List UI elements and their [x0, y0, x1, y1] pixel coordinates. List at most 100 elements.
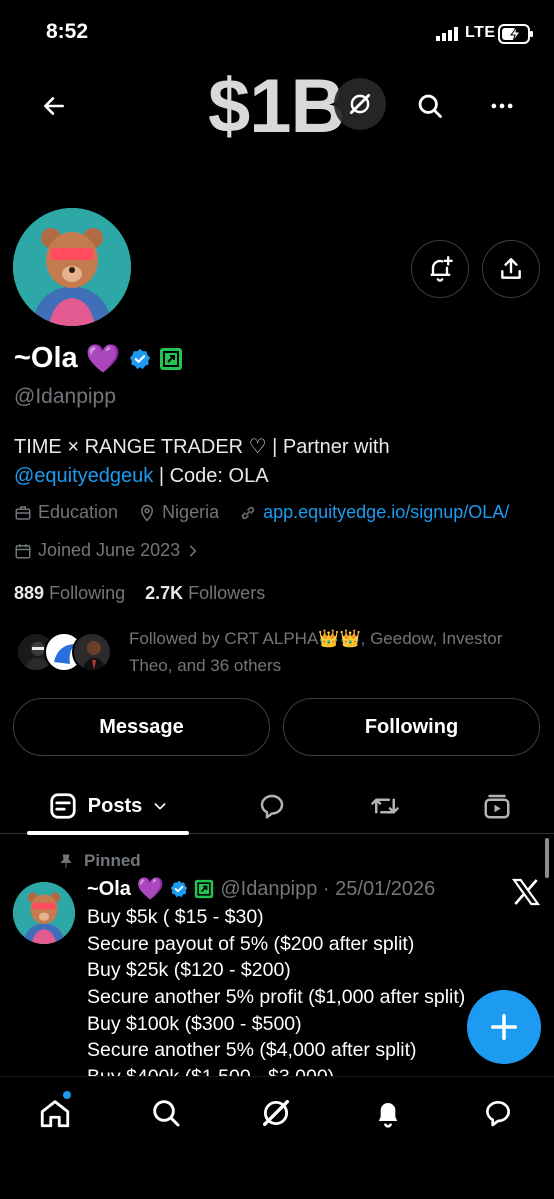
- post-line: Buy $25k ($120 - $200): [87, 959, 291, 982]
- bear-avatar-image: [13, 882, 75, 944]
- messages-icon: [486, 1101, 510, 1127]
- verified-badge-icon[interactable]: [129, 348, 151, 370]
- followed-by-avatars[interactable]: [16, 632, 116, 674]
- briefcase-icon: [15, 505, 31, 520]
- battery-icon: [498, 24, 533, 44]
- search-icon: [153, 1100, 180, 1127]
- bio-mention-link[interactable]: @equityedgeuk: [14, 465, 153, 487]
- x-logo-icon: [511, 878, 541, 906]
- chevron-down-icon: [154, 803, 166, 810]
- purple-heart-emoji: 💜: [85, 342, 121, 374]
- search-button[interactable]: [410, 86, 450, 126]
- follower-avatar: [72, 632, 112, 672]
- search-icon: [418, 94, 442, 118]
- active-tab-indicator: [27, 831, 189, 835]
- tab-reposts[interactable]: [365, 786, 405, 826]
- post-meta: @Idanpipp · 25/01/2026: [220, 877, 436, 900]
- signal-icon: [436, 27, 458, 41]
- follow-counts: 889 Following 2.7K Followers: [14, 583, 265, 604]
- bell-plus-icon: [430, 256, 453, 282]
- tab-replies[interactable]: [252, 786, 292, 826]
- following-count-link[interactable]: 889 Following: [14, 583, 125, 603]
- following-count: 889: [14, 583, 45, 603]
- bell-icon: [378, 1103, 398, 1128]
- pinned-label: Pinned: [84, 851, 141, 870]
- post-line: Buy $100k ($300 - $500): [87, 1012, 302, 1035]
- post-author-name[interactable]: ~Ola: [87, 878, 131, 901]
- profile-handle: @Idanpipp: [14, 385, 116, 408]
- calendar-icon: [15, 543, 31, 558]
- nav-home[interactable]: [33, 1091, 77, 1135]
- more-icon: [491, 103, 513, 109]
- followers-label: Followers: [188, 583, 266, 603]
- posts-icon: [50, 793, 76, 819]
- post-header: ~Ola 💜 @Idanpipp · 25/01/2026: [87, 876, 435, 902]
- followers-count: 2.7K: [145, 583, 184, 603]
- compose-button[interactable]: [467, 990, 541, 1064]
- joined-row[interactable]: Joined June 2023: [14, 540, 220, 561]
- nav-grok[interactable]: [254, 1091, 298, 1135]
- share-icon: [501, 258, 521, 279]
- tab-posts[interactable]: Posts: [27, 778, 189, 834]
- nav-notifications[interactable]: [366, 1091, 410, 1135]
- following-button[interactable]: Following: [283, 698, 540, 756]
- status-time: 8:52: [46, 20, 89, 43]
- location-item: Nigeria: [138, 502, 219, 523]
- location-pin-icon: [141, 504, 154, 522]
- home-icon: [40, 1100, 70, 1128]
- post-body[interactable]: Buy $5k ( $15 - $30) Secure payout of 5%…: [87, 904, 507, 1076]
- pin-icon: [60, 854, 72, 868]
- joined-label: Joined June 2023: [38, 540, 181, 560]
- message-button[interactable]: Message: [13, 698, 270, 756]
- header-banner-text: $1B: [208, 64, 345, 149]
- grok-button[interactable]: [334, 78, 386, 130]
- profile-avatar[interactable]: [13, 208, 131, 326]
- media-icon: [484, 794, 510, 819]
- post-line: Secure payout of 5% ($200 after split): [87, 932, 415, 955]
- reply-icon: [260, 794, 284, 819]
- bio-text: TIME × RANGE TRADER ♡ | Partner with: [14, 436, 390, 458]
- purple-heart-emoji: 💜: [136, 876, 165, 901]
- followed-by-text[interactable]: Followed by CRT ALPHA👑👑, Geedow, Investo…: [129, 625, 539, 679]
- nav-search[interactable]: [144, 1091, 188, 1135]
- share-button[interactable]: [482, 240, 540, 298]
- post-author-avatar[interactable]: [13, 882, 75, 944]
- notify-button[interactable]: [411, 240, 469, 298]
- tab-media[interactable]: [477, 786, 517, 826]
- post-line: Secure another 5% profit ($1,000 after s…: [87, 986, 466, 1009]
- arrow-left-icon: [44, 97, 64, 115]
- category-item: Education: [14, 502, 118, 523]
- display-name-row: ~Ola 💜: [14, 342, 183, 375]
- joined-item[interactable]: Joined June 2023: [14, 540, 200, 561]
- scrollbar[interactable]: [545, 838, 549, 878]
- post-line: Secure another 5% ($4,000 after split): [87, 1039, 417, 1062]
- plus-icon: [491, 1014, 517, 1040]
- followers-count-link[interactable]: 2.7K Followers: [145, 583, 265, 603]
- category-label: Education: [38, 502, 119, 522]
- post-line: Buy $400k ($1,500 - $3,000): [87, 1064, 507, 1076]
- affiliate-badge-icon: [195, 879, 214, 899]
- affiliate-badge-icon[interactable]: [159, 347, 183, 371]
- nav-messages[interactable]: [476, 1091, 520, 1135]
- verified-badge-icon: [171, 880, 188, 898]
- following-label: Following: [49, 583, 126, 603]
- profile-bio: TIME × RANGE TRADER ♡ | Partner with @eq…: [14, 433, 534, 491]
- post-line: Buy $5k ( $15 - $30): [87, 906, 264, 928]
- profile-header: $1B: [0, 64, 554, 154]
- chevron-right-icon: [190, 545, 197, 556]
- bear-avatar-image: [13, 208, 131, 326]
- unread-dot: [63, 1091, 71, 1099]
- back-button[interactable]: [36, 88, 72, 124]
- bottom-nav: [0, 1076, 554, 1199]
- website-item[interactable]: app.equityedge.io/signup/OLA/: [239, 502, 509, 523]
- more-button[interactable]: [482, 86, 522, 126]
- tab-posts-label: Posts: [87, 794, 143, 817]
- grok-icon: [262, 1099, 290, 1127]
- profile-meta-row: Education Nigeria app.equityedge.io/sign…: [14, 502, 529, 523]
- location-label: Nigeria: [162, 502, 220, 522]
- grok-icon: [349, 93, 371, 115]
- repost-icon: [371, 798, 399, 814]
- display-name: ~Ola: [14, 342, 78, 374]
- website-link[interactable]: app.equityedge.io/signup/OLA/: [263, 502, 509, 523]
- link-icon: [241, 506, 255, 519]
